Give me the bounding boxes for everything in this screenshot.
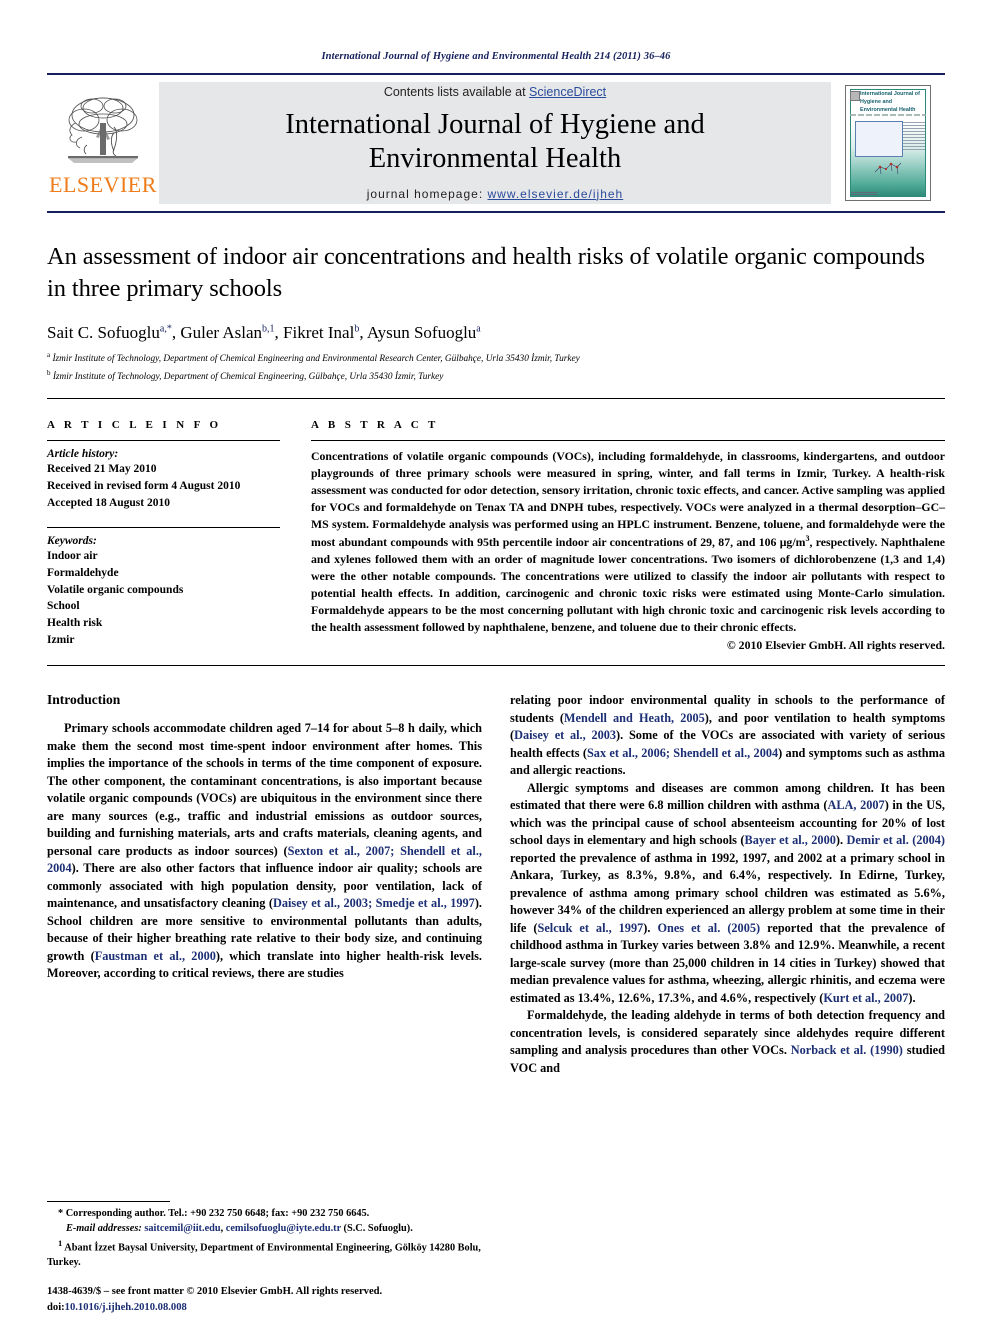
doi-line: doi:10.1016/j.ijheh.2010.08.008 bbox=[47, 1300, 517, 1315]
citation-link[interactable]: Bayer et al., 2000 bbox=[745, 833, 836, 847]
info-abstract-region: A R T I C L E I N F O Article history: R… bbox=[47, 419, 945, 653]
journal-title-line-2: Environmental Health bbox=[368, 143, 622, 174]
footnote-text: Abant İzzet Baysal University, Departmen… bbox=[47, 1242, 481, 1269]
citation-link[interactable]: Ones et al. (2005) bbox=[657, 921, 760, 935]
doi-link[interactable]: 10.1016/j.ijheh.2010.08.008 bbox=[65, 1302, 187, 1313]
affiliation-b: b İzmir Institute of Technology, Departm… bbox=[47, 368, 444, 382]
masthead-center: Contents lists available at ScienceDirec… bbox=[159, 82, 831, 204]
page-title: An assessment of indoor air concentratio… bbox=[47, 243, 925, 302]
citation-link[interactable]: Daisey et al., 2003; Smedje et al., 1997 bbox=[273, 896, 475, 910]
email-link-2[interactable]: cemilsofuoglu@iyte.edu.tr bbox=[226, 1223, 341, 1234]
abstract-bottom-divider bbox=[47, 665, 945, 667]
article-info-rule-mid bbox=[47, 527, 280, 529]
cover-title-text: International Journal of Hygiene and Env… bbox=[860, 91, 920, 113]
citation-link[interactable]: Faustman et al., 2000 bbox=[95, 949, 216, 963]
elsevier-tree-icon bbox=[62, 93, 144, 171]
intro-text: Primary schools accommodate children age… bbox=[47, 721, 482, 858]
abstract-body: Concentrations of volatile organic compo… bbox=[311, 448, 945, 636]
intro-text: ). bbox=[835, 833, 847, 848]
history-item: Received 21 May 2010 bbox=[47, 463, 157, 476]
intro-paragraph-right-1: relating poor indoor environmental quali… bbox=[510, 692, 945, 780]
history-item: Received in revised form 4 August 2010 bbox=[47, 480, 241, 493]
contents-prefix: Contents lists available at bbox=[383, 85, 530, 100]
abstract-column: A B S T R A C T Concentrations of volati… bbox=[300, 419, 945, 653]
intro-paragraph-right-2: Allergic symptoms and diseases are commo… bbox=[510, 780, 945, 1008]
journal-masthead: ELSEVIER Contents lists available at Sci… bbox=[47, 73, 945, 213]
footnote-block: * Corresponding author. Tel.: +90 232 75… bbox=[47, 1200, 482, 1271]
introduction-heading: Introduction bbox=[47, 692, 121, 708]
running-head: International Journal of Hygiene and Env… bbox=[321, 51, 671, 62]
citation-link[interactable]: Kurt et al., 2007 bbox=[823, 991, 908, 1005]
email-label: E-mail addresses: bbox=[66, 1222, 142, 1234]
affiliation-b-text: İzmir Institute of Technology, Departmen… bbox=[52, 371, 444, 382]
homepage-label: journal homepage: bbox=[366, 186, 484, 201]
intro-text: ). bbox=[908, 990, 916, 1005]
masthead-right: International Journal of Hygiene and Env… bbox=[831, 75, 945, 211]
author-list: Sait C. Sofuoglua,*, Guler Aslanb,1, Fik… bbox=[47, 322, 481, 342]
email-suffix: (S.C. Sofuoglu). bbox=[340, 1222, 413, 1234]
citation-link[interactable]: Daisey et al., 2003 bbox=[514, 728, 616, 742]
citation-link[interactable]: Demir et al. (2004) bbox=[846, 833, 945, 847]
journal-cover-thumbnail: International Journal of Hygiene and Env… bbox=[845, 85, 931, 201]
keyword-item: Health risk bbox=[47, 617, 103, 630]
abstract-heading: A B S T R A C T bbox=[311, 419, 439, 432]
intro-paragraph-left: Primary schools accommodate children age… bbox=[47, 720, 482, 983]
citation-link[interactable]: Norback et al. (1990) bbox=[791, 1043, 903, 1057]
citation-link[interactable]: Sax et al., 2006; Shendell et al., 2004 bbox=[587, 746, 778, 760]
keyword-item: Izmir bbox=[47, 633, 75, 646]
sciencedirect-link[interactable]: ScienceDirect bbox=[529, 85, 606, 99]
paper-page: International Journal of Hygiene and Env… bbox=[0, 0, 992, 1323]
cover-sidebar-text bbox=[903, 122, 925, 152]
imprint-block: 1438-4639/$ – see front matter © 2010 El… bbox=[47, 1284, 517, 1315]
article-info-column: A R T I C L E I N F O Article history: R… bbox=[47, 419, 300, 653]
cover-molecule-icon bbox=[874, 162, 902, 175]
abstract-rule-top bbox=[311, 440, 945, 442]
article-info-rule-top bbox=[47, 440, 280, 442]
issn-copyright-line: 1438-4639/$ – see front matter © 2010 El… bbox=[47, 1286, 383, 1298]
email-note: E-mail addresses: saitcemil@iit.edu, cem… bbox=[66, 1222, 413, 1234]
intro-text: ). bbox=[643, 920, 658, 935]
keyword-item: Indoor air bbox=[47, 550, 98, 563]
history-item: Accepted 18 August 2010 bbox=[47, 496, 170, 509]
footnote-text: Corresponding author. Tel.: +90 232 750 … bbox=[63, 1207, 370, 1219]
cover-figure-panel bbox=[855, 121, 903, 157]
title-divider bbox=[47, 398, 945, 400]
affiliation-a-text: İzmir Institute of Technology, Departmen… bbox=[52, 353, 580, 364]
keyword-item: Volatile organic compounds bbox=[47, 583, 184, 596]
body-column-left: Introduction Primary schools accommodate… bbox=[47, 692, 482, 1077]
elsevier-wordmark: ELSEVIER bbox=[49, 171, 157, 197]
cover-subtitle-rule bbox=[850, 114, 926, 116]
doi-label: doi: bbox=[47, 1301, 65, 1313]
keyword-item: School bbox=[47, 600, 80, 613]
body-columns: Introduction Primary schools accommodate… bbox=[47, 692, 945, 1077]
article-history-label: Article history: bbox=[47, 448, 119, 461]
citation-link[interactable]: Mendell and Heath, 2005 bbox=[564, 711, 705, 725]
article-info-heading: A R T I C L E I N F O bbox=[47, 419, 222, 432]
journal-title-line-1: International Journal of Hygiene and bbox=[285, 109, 705, 141]
abstract-part-2: , respectively. Naphthalene and xylenes … bbox=[311, 535, 945, 635]
corresponding-author-note: * Corresponding author. Tel.: +90 232 75… bbox=[47, 1207, 482, 1222]
title-block: An assessment of indoor air concentratio… bbox=[47, 241, 945, 384]
journal-homepage-link[interactable]: www.elsevier.de/ijheh bbox=[488, 187, 624, 201]
contents-lists-line: Contents lists available at ScienceDirec… bbox=[384, 85, 606, 99]
body-column-right: relating poor indoor environmental quali… bbox=[510, 692, 945, 1077]
cover-publisher-icon bbox=[850, 91, 860, 101]
keywords-label: Keywords: bbox=[47, 535, 97, 548]
abstract-copyright: © 2010 Elsevier GmbH. All rights reserve… bbox=[726, 638, 945, 653]
elsevier-logo: ELSEVIER bbox=[47, 75, 159, 211]
affiliation-note-1: 1 Abant İzzet Baysal University, Departm… bbox=[47, 1237, 482, 1271]
journal-homepage-line: journal homepage: www.elsevier.de/ijheh bbox=[367, 187, 623, 201]
citation-link[interactable]: ALA, 2007 bbox=[827, 798, 884, 812]
intro-paragraph-right-3: Formaldehyde, the leading aldehyde in te… bbox=[510, 1007, 945, 1077]
citation-link[interactable]: Selcuk et al., 1997 bbox=[538, 921, 644, 935]
email-link-1[interactable]: saitcemil@iit.edu bbox=[144, 1223, 220, 1234]
keyword-item: Formaldehyde bbox=[47, 567, 119, 580]
cover-footer-text bbox=[851, 192, 877, 196]
journal-title: International Journal of Hygiene and Env… bbox=[285, 108, 704, 175]
footnote-rule bbox=[47, 1200, 170, 1202]
affiliation-a: a İzmir Institute of Technology, Departm… bbox=[47, 350, 580, 364]
